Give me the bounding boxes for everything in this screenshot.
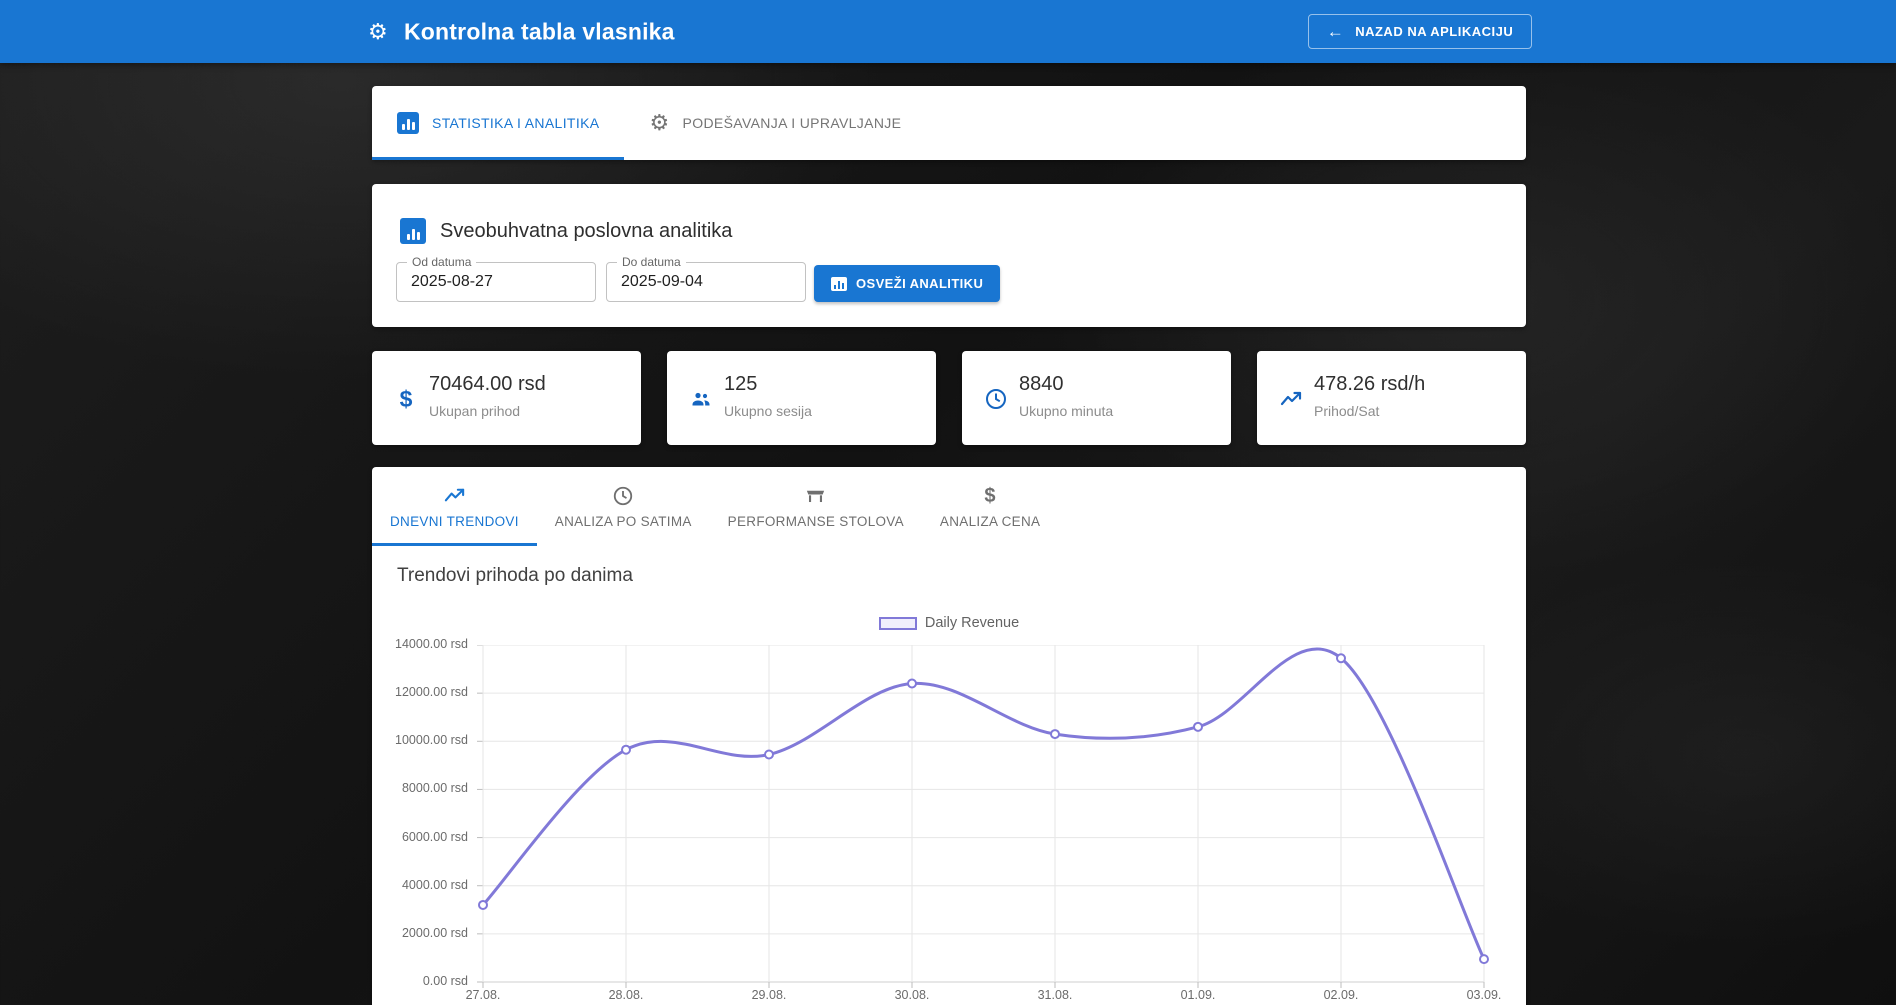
y-axis-tick-label: 2000.00 rsd [372,926,468,940]
tab-hourly-analysis[interactable]: ANALIZA PO SATIMA [537,467,710,546]
x-axis-tick-label: 02.09. [1296,988,1386,1002]
x-axis-tick-label: 29.08. [724,988,814,1002]
stat-label: Ukupan prihod [429,403,520,419]
stat-value: 8840 [1019,373,1064,396]
tab-statistics-label: STATISTIKA I ANALITIKA [432,115,599,131]
trending-up-icon [443,484,466,507]
gear-icon: ⚙ [649,112,669,134]
back-arrow-icon: ← [1327,23,1345,40]
stats-row: $ 70464.00 rsd Ukupan prihod 125 Ukupno … [372,351,1526,445]
analytics-heading: Sveobuhvatna poslovna analitika [440,220,732,243]
back-to-app-button[interactable]: ← NAZAD NA APLIKACIJU [1308,14,1532,49]
x-axis-tick-label: 30.08. [867,988,957,1002]
stat-card-revenue: $ 70464.00 rsd Ukupan prihod [372,351,641,445]
stat-card-revenue-per-hour: 478.26 rsd/h Prihod/Sat [1257,351,1526,445]
bar-chart-icon [400,218,426,244]
people-icon [689,387,713,411]
tab-price-analysis[interactable]: $ ANALIZA CENA [922,467,1058,546]
tab-hourly-analysis-label: ANALIZA PO SATIMA [555,514,692,529]
legend-swatch [879,617,917,630]
analytics-panel: Sveobuhvatna poslovna analitika Od datum… [372,184,1526,327]
tab-daily-trends[interactable]: DNEVNI TRENDOVI [372,467,537,546]
tab-settings-label: PODEŠAVANJA I UPRAVLJANJE [683,115,902,131]
refresh-analytics-label: OSVEŽI ANALITIKU [856,276,983,291]
y-axis-tick-label: 0.00 rsd [372,974,468,988]
y-axis-tick-label: 4000.00 rsd [372,878,468,892]
from-date-label: Od datuma [407,255,476,269]
tab-settings-management[interactable]: ⚙ PODEŠAVANJA I UPRAVLJANJE [624,86,926,160]
trending-up-icon [1279,387,1303,411]
x-axis-tick-label: 03.09. [1439,988,1529,1002]
analytics-panel-header: Sveobuhvatna poslovna analitika [400,218,732,244]
clock-icon [984,387,1008,411]
y-axis-tick-label: 10000.00 rsd [372,733,468,747]
y-axis-tick-label: 12000.00 rsd [372,685,468,699]
tab-table-performance[interactable]: PERFORMANSE STOLOVA [710,467,922,546]
stat-card-sessions: 125 Ukupno sesija [667,351,936,445]
stat-value: 70464.00 rsd [429,373,546,396]
gear-icon: ⚙ [368,21,388,43]
y-axis-tick-label: 6000.00 rsd [372,830,468,844]
y-axis-tick-label: 8000.00 rsd [372,781,468,795]
stat-label: Ukupno minuta [1019,403,1113,419]
stat-label: Prihod/Sat [1314,403,1379,419]
back-to-app-label: NAZAD NA APLIKACIJU [1355,24,1513,39]
clock-icon [612,485,634,507]
x-axis-tick-label: 28.08. [581,988,671,1002]
main-tabs: STATISTIKA I ANALITIKA ⚙ PODEŠAVANJA I U… [372,86,1526,160]
stat-label: Ukupno sesija [724,403,812,419]
chart-tabs: DNEVNI TRENDOVI ANALIZA PO SATIMA PERFOR… [372,467,1526,546]
from-date-field: Od datuma [396,262,596,302]
x-axis-tick-label: 27.08. [438,988,528,1002]
refresh-analytics-button[interactable]: OSVEŽI ANALITIKU [814,265,1000,302]
bar-chart-icon [397,112,419,134]
y-axis-tick-label: 14000.00 rsd [372,637,468,651]
tab-statistics-analytics[interactable]: STATISTIKA I ANALITIKA [372,86,624,160]
dollar-icon: $ [394,387,418,411]
page-title: Kontrolna tabla vlasnika [404,18,675,45]
tab-table-performance-label: PERFORMANSE STOLOVA [728,514,904,529]
bar-chart-icon [831,277,847,291]
to-date-label: Do datuma [617,255,686,269]
x-axis-tick-label: 31.08. [1010,988,1100,1002]
daily-revenue-line-chart [477,645,1490,994]
stat-value: 125 [724,373,757,396]
chart-card: DNEVNI TRENDOVI ANALIZA PO SATIMA PERFOR… [372,467,1526,1005]
chart-legend[interactable]: Daily Revenue [372,612,1526,634]
dollar-icon: $ [984,485,995,507]
tab-daily-trends-label: DNEVNI TRENDOVI [390,514,519,529]
to-date-field: Do datuma [606,262,806,302]
chart-title: Trendovi prihoda po danima [397,565,633,587]
x-axis-tick-label: 01.09. [1153,988,1243,1002]
stat-value: 478.26 rsd/h [1314,373,1425,396]
legend-label: Daily Revenue [925,615,1019,631]
tab-price-analysis-label: ANALIZA CENA [940,514,1040,529]
app-header: ⚙ Kontrolna tabla vlasnika ← NAZAD NA AP… [0,0,1896,63]
stat-card-minutes: 8840 Ukupno minuta [962,351,1231,445]
main-tabs-card: STATISTIKA I ANALITIKA ⚙ PODEŠAVANJA I U… [372,86,1526,160]
table-icon [804,484,827,507]
